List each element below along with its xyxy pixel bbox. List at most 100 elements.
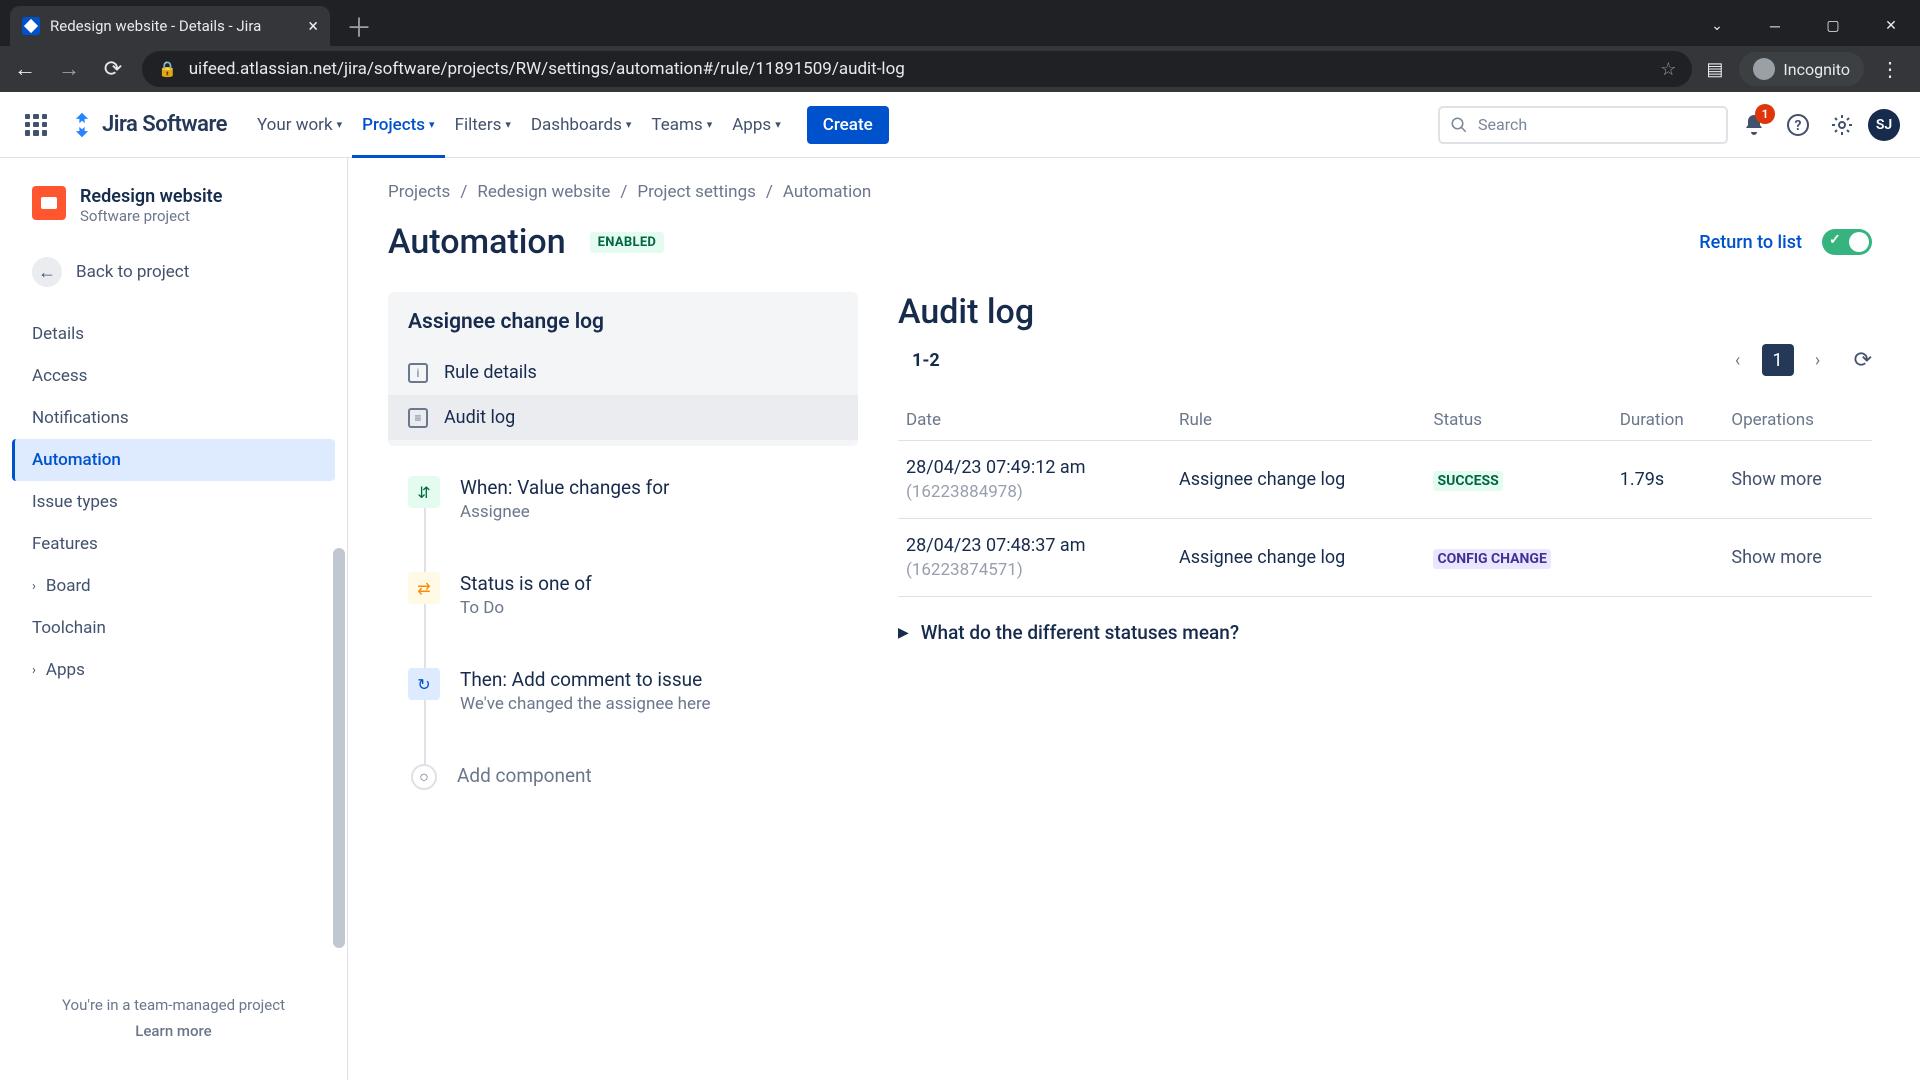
page-title: Automation [388,222,566,262]
search-icon [1450,116,1468,134]
notifications-icon[interactable]: 1 [1736,107,1772,143]
tab-title: Redesign website - Details - Jira [50,17,261,35]
new-tab-button[interactable]: ＋ [330,6,388,46]
table-row: 28/04/23 07:49:12 am(16223884978) Assign… [898,441,1872,519]
breadcrumb-link[interactable]: Redesign website [477,182,610,202]
sidebar-item-automation[interactable]: Automation [12,439,335,481]
incognito-icon [1753,58,1775,80]
rule-nav-rule-details[interactable]: iRule details [388,350,858,395]
browser-tab[interactable]: Redesign website - Details - Jira × [10,6,330,46]
browser-menu-icon[interactable]: ⋮ [1880,57,1900,81]
chevron-right-icon: ▶ [898,625,909,641]
extensions-icon[interactable]: ▤ [1706,59,1723,80]
maximize-window-icon[interactable]: ▢ [1804,6,1862,46]
forward-icon[interactable]: → [54,56,84,82]
nav-item-filters[interactable]: Filters▾ [445,92,521,158]
page-current[interactable]: 1 [1762,344,1794,376]
sidebar-item-apps[interactable]: ›Apps [12,649,335,691]
nav-item-dashboards[interactable]: Dashboards▾ [521,92,642,158]
rule-step-action[interactable]: ↻ Then: Add comment to issueWe've change… [408,668,838,714]
column-header: Rule [1171,400,1426,441]
minimize-window-icon[interactable]: ─ [1746,6,1804,46]
rule-detail-panel: Assignee change log iRule details≡Audit … [388,292,858,840]
main-content: Projects/Redesign website/Project settin… [348,158,1920,1080]
rule-name: Assignee change log [388,310,858,350]
nav-items: Your work▾Projects▾Filters▾Dashboards▾Te… [247,92,791,158]
project-name: Redesign website [80,186,222,207]
app-switcher-icon[interactable] [20,109,52,141]
create-button[interactable]: Create [807,106,889,144]
user-avatar[interactable]: SJ [1868,109,1900,141]
page-prev-icon[interactable]: ‹ [1722,344,1754,376]
dropdown-tabs-icon[interactable]: ⌄ [1688,6,1746,46]
project-sidebar: Redesign website Software project ← Back… [0,158,348,1080]
project-type: Software project [80,207,222,225]
sidebar-item-issue-types[interactable]: Issue types [12,481,335,523]
audit-title: Audit log [898,292,1872,332]
cond-icon: ⇄ [408,572,440,604]
sidebar-footer: You're in a team-managed project Learn m… [0,996,347,1040]
project-icon [32,186,66,220]
url-input[interactable]: 🔒 uifeed.atlassian.net/jira/software/pro… [142,51,1692,87]
bookmark-star-icon[interactable]: ☆ [1660,59,1676,80]
rule-step-trigger[interactable]: ⇵ When: Value changes forAssignee [408,476,838,522]
breadcrumb-link[interactable]: Projects [388,182,450,202]
trigger-icon: ⇵ [408,476,440,508]
show-more-link[interactable]: Show more [1731,469,1821,490]
column-header: Duration [1612,400,1724,441]
jira-logo[interactable]: Jira Software [68,111,227,139]
action-icon: ↻ [408,668,440,700]
jira-logo-text: Jira Software [102,112,227,137]
sidebar-item-details[interactable]: Details [12,313,335,355]
lock-icon: 🔒 [158,60,177,78]
breadcrumb-link[interactable]: Automation [783,182,871,202]
help-icon[interactable]: ? [1780,107,1816,143]
rule-status-badge: ENABLED [590,232,665,253]
address-bar: ← → ⟳ 🔒 uifeed.atlassian.net/jira/softwa… [0,46,1920,92]
add-component-button[interactable]: ○ Add component [408,764,838,790]
sidebar-scrollbar[interactable] [333,548,345,948]
audit-count: 1-2 [912,350,940,371]
url-text: uifeed.atlassian.net/jira/software/proje… [189,59,905,79]
page-header: Automation ENABLED Return to list [388,222,1872,262]
search-placeholder: Search [1478,115,1527,134]
notif-badge: 1 [1755,104,1775,124]
rule-steps: ⇵ When: Value changes forAssignee ⇄ Statu… [388,476,858,790]
nav-item-teams[interactable]: Teams▾ [641,92,722,158]
back-arrow-icon: ← [32,257,62,287]
project-header[interactable]: Redesign website Software project [12,186,335,245]
status-help-expander[interactable]: ▶ What do the different statuses mean? [898,621,1872,644]
sidebar-item-toolchain[interactable]: Toolchain [12,607,335,649]
sidebar-item-board[interactable]: ›Board [12,565,335,607]
status-badge: CONFIG CHANGE [1433,549,1550,569]
audit-log-panel: Audit log 1-2 ‹ 1 › ⟳ DateRuleStatusDura… [898,292,1872,840]
learn-more-link[interactable]: Learn more [0,1022,347,1040]
sidebar-item-features[interactable]: Features [12,523,335,565]
return-to-list-link[interactable]: Return to list [1699,232,1802,253]
refresh-icon[interactable]: ⟳ [1854,348,1872,373]
rule-step-cond[interactable]: ⇄ Status is one ofTo Do [408,572,838,618]
close-window-icon[interactable]: ✕ [1862,6,1920,46]
sidebar-item-notifications[interactable]: Notifications [12,397,335,439]
nav-item-projects[interactable]: Projects▾ [352,92,444,158]
rule-enabled-toggle[interactable] [1822,229,1872,255]
rule-nav-audit-log[interactable]: ≡Audit log [388,395,858,440]
back-to-project-link[interactable]: ← Back to project [12,245,335,299]
close-tab-icon[interactable]: × [308,16,318,37]
audit-table: DateRuleStatusDurationOperations 28/04/2… [898,400,1872,597]
nav-item-apps[interactable]: Apps▾ [722,92,791,158]
page-next-icon[interactable]: › [1802,344,1834,376]
search-input[interactable]: Search [1438,106,1728,144]
nav-item-your-work[interactable]: Your work▾ [247,92,352,158]
column-header: Date [898,400,1171,441]
tab-bar: Redesign website - Details - Jira × ＋ ⌄ … [0,0,1920,46]
settings-icon[interactable] [1824,107,1860,143]
reload-icon[interactable]: ⟳ [98,57,128,82]
incognito-badge[interactable]: Incognito [1739,52,1864,86]
show-more-link[interactable]: Show more [1731,547,1821,568]
breadcrumb-link[interactable]: Project settings [637,182,756,202]
jira-top-nav: Jira Software Your work▾Projects▾Filters… [0,92,1920,158]
back-icon[interactable]: ← [10,56,40,82]
breadcrumb: Projects/Redesign website/Project settin… [388,182,1872,202]
sidebar-item-access[interactable]: Access [12,355,335,397]
